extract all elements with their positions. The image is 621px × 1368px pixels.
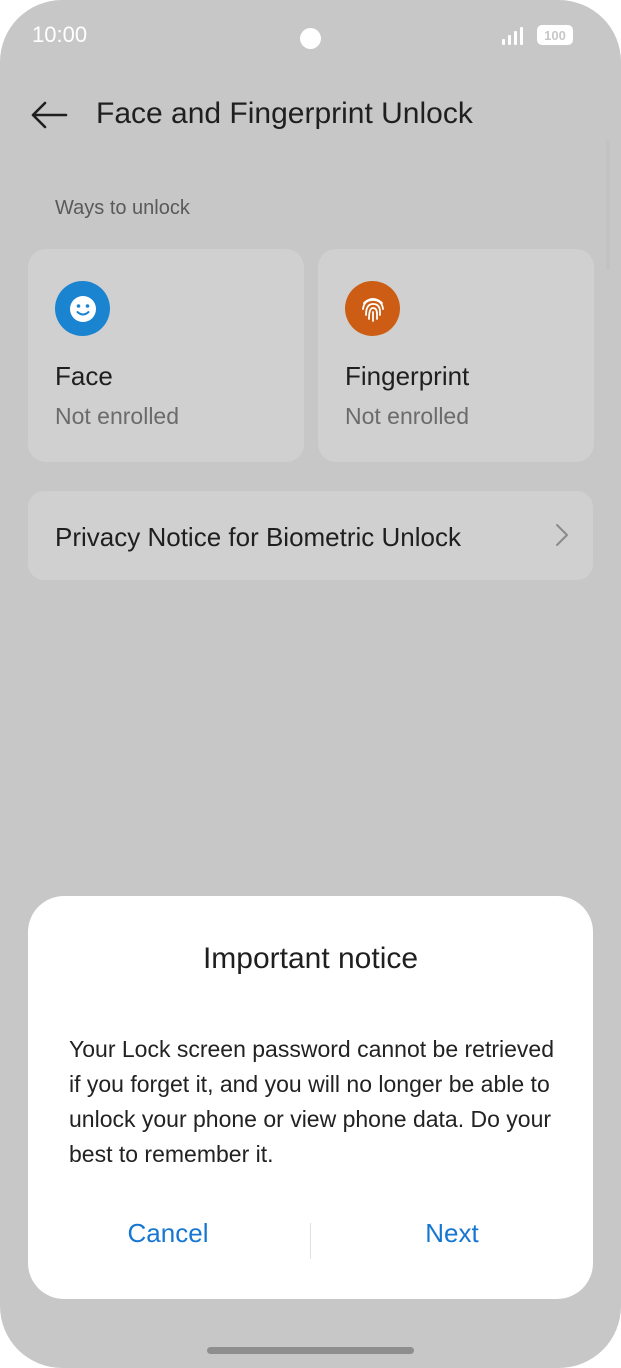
arrow-left-icon [31, 101, 68, 129]
page-title: Face and Fingerprint Unlock [96, 97, 473, 130]
scroll-indicator [606, 140, 610, 270]
battery-level: 100 [544, 27, 566, 43]
section-label: Ways to unlock [55, 197, 190, 219]
battery-icon: 100 [537, 25, 573, 45]
back-button[interactable] [26, 93, 72, 137]
camera-cutout [300, 28, 321, 49]
fingerprint-unlock-card[interactable]: Fingerprint Not enrolled [318, 249, 594, 462]
face-card-status: Not enrolled [55, 403, 180, 429]
phone-screen: 10:00 100 Face and Fingerprint Unlock Wa… [0, 0, 621, 1368]
fingerprint-icon [345, 281, 400, 336]
chevron-right-icon [556, 524, 568, 546]
home-indicator[interactable] [207, 1347, 414, 1354]
face-unlock-card[interactable]: Face Not enrolled [28, 249, 304, 462]
status-time: 10:00 [32, 22, 88, 47]
face-icon [55, 281, 110, 336]
signal-icon [502, 25, 526, 45]
cancel-button[interactable]: Cancel [48, 1218, 288, 1249]
dialog-title: Important notice [202, 942, 419, 975]
face-card-title: Face [55, 361, 113, 391]
dialog-button-divider [310, 1223, 311, 1259]
dialog-message: Your Lock screen password cannot be retr… [69, 1036, 554, 1167]
fingerprint-card-status: Not enrolled [345, 403, 470, 429]
next-button[interactable]: Next [332, 1218, 572, 1249]
privacy-notice-row[interactable]: Privacy Notice for Biometric Unlock [28, 491, 593, 580]
privacy-notice-label: Privacy Notice for Biometric Unlock [55, 522, 461, 552]
fingerprint-card-title: Fingerprint [345, 361, 470, 391]
important-notice-dialog: Important notice Your Lock screen passwo… [28, 896, 593, 1299]
